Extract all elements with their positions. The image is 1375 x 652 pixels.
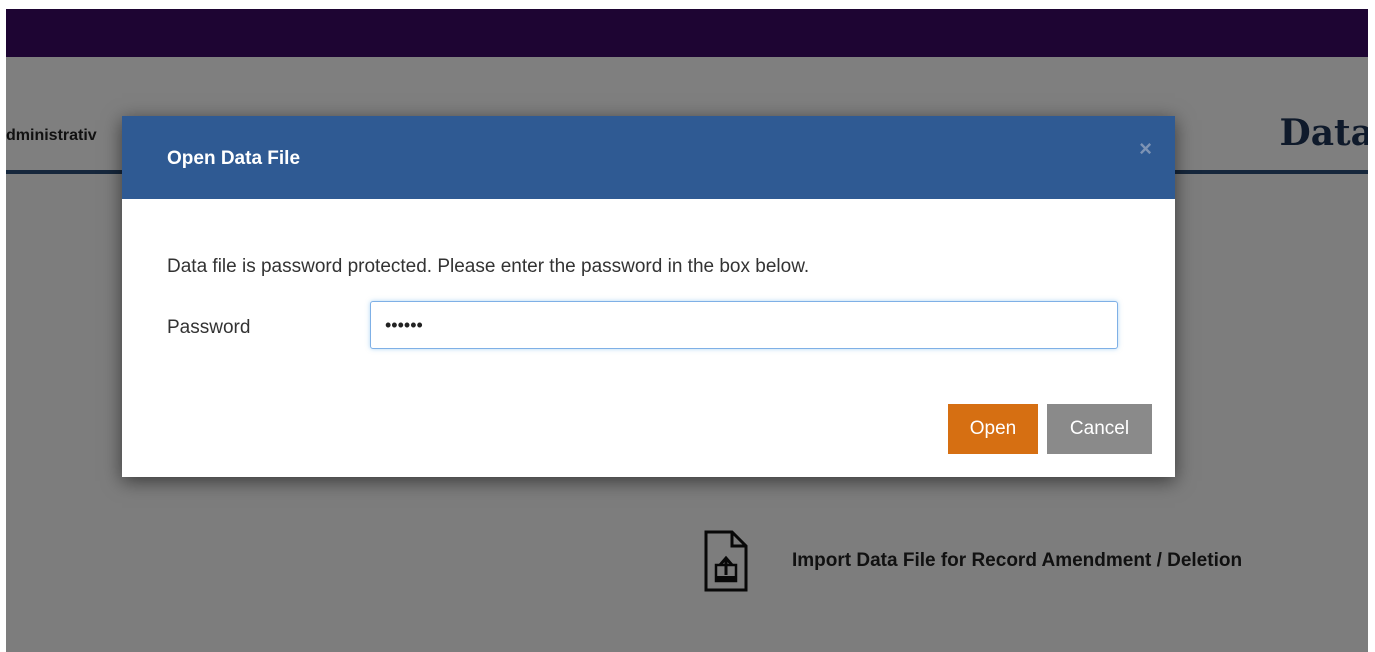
open-button[interactable]: Open bbox=[948, 404, 1038, 454]
cancel-button[interactable]: Cancel bbox=[1047, 404, 1152, 454]
open-data-file-dialog: Open Data File × Data file is password p… bbox=[122, 116, 1175, 477]
dialog-title: Open Data File bbox=[167, 148, 301, 169]
close-icon[interactable]: × bbox=[1139, 138, 1152, 160]
password-input[interactable] bbox=[370, 301, 1118, 349]
password-label: Password bbox=[167, 317, 251, 338]
dialog-header: Open Data File × bbox=[122, 116, 1175, 199]
dialog-message: Data file is password protected. Please … bbox=[167, 256, 810, 277]
app-page: dministrativ Data Import Data File for R… bbox=[6, 9, 1368, 652]
